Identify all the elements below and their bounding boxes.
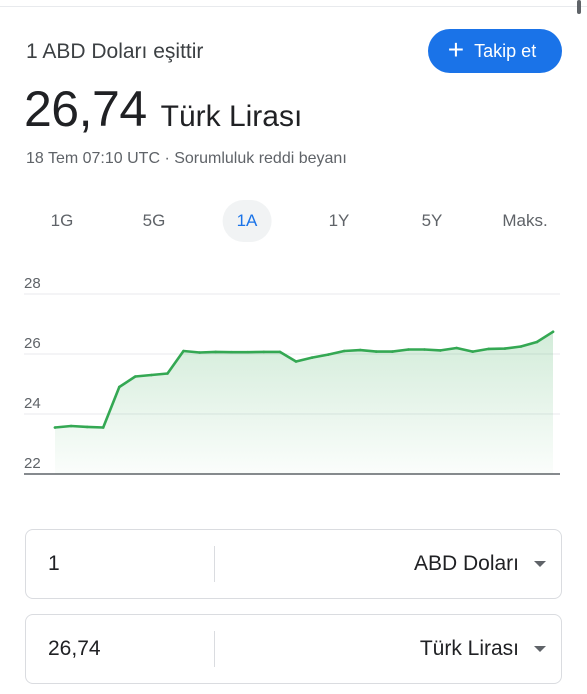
data-point — [69, 424, 73, 428]
data-point — [423, 348, 426, 351]
data-point — [326, 353, 330, 356]
scrollbar[interactable] — [577, 0, 581, 14]
converter-divider — [214, 546, 215, 582]
chart-area-fill — [55, 331, 553, 474]
data-point — [374, 350, 378, 353]
tab-5y[interactable]: 5Y — [408, 200, 457, 242]
data-point — [214, 350, 217, 354]
data-point — [455, 346, 458, 350]
data-point — [503, 347, 507, 350]
data-point — [166, 372, 169, 375]
y-tick-label: 26 — [24, 335, 41, 352]
tab-1g[interactable]: 1G — [37, 200, 88, 242]
rate-meta: 18 Tem 07:10 UTC · Sorumluluk reddi beya… — [26, 150, 347, 168]
rate-currency: Türk Lirası — [160, 100, 303, 133]
data-point — [439, 349, 442, 352]
data-point — [53, 426, 57, 429]
tab-1a[interactable]: 1A — [222, 200, 272, 242]
data-point — [117, 385, 121, 389]
data-point — [519, 345, 523, 348]
meta-separator: · — [160, 150, 175, 167]
conversion-subtitle: 1 ABD Doları eşittir — [26, 40, 204, 63]
data-point — [391, 350, 394, 353]
data-point — [294, 360, 298, 363]
data-point — [262, 350, 266, 354]
converted-value: 26,74 Türk Lirası — [24, 80, 302, 138]
data-point — [535, 340, 539, 344]
data-point — [342, 349, 346, 353]
rate-amount: 26,74 — [24, 81, 147, 137]
converter-from-row: 1 ABD Doları — [25, 529, 562, 599]
y-axis-labels: 28 26 24 22 — [24, 275, 41, 472]
data-point — [150, 373, 153, 377]
data-point — [471, 350, 474, 353]
to-amount-input[interactable]: 26,74 — [48, 615, 101, 683]
range-tabs: 1G 5G 1A 1Y 5Y Maks. — [0, 200, 587, 242]
tab-1y[interactable]: 1Y — [315, 200, 364, 242]
to-currency-select[interactable]: Türk Lirası — [420, 615, 519, 683]
data-point — [182, 349, 185, 353]
data-point — [198, 351, 201, 354]
caret-down-icon[interactable] — [534, 561, 546, 567]
data-point — [407, 348, 410, 351]
data-point — [551, 330, 555, 334]
follow-button-label: Takip et — [474, 40, 537, 61]
from-amount-input[interactable]: 1 — [48, 530, 60, 598]
data-point — [310, 356, 314, 359]
data-point — [134, 375, 137, 378]
y-tick-label: 28 — [24, 275, 41, 292]
exchange-rate-chart[interactable]: 28 26 24 22 — [0, 270, 587, 490]
y-tick-label: 24 — [24, 395, 41, 412]
disclaimer-link[interactable]: Sorumluluk reddi beyanı — [174, 150, 347, 167]
follow-button[interactable]: + Takip et — [428, 29, 562, 73]
from-currency-select[interactable]: ABD Doları — [414, 530, 519, 598]
tab-maks[interactable]: Maks. — [488, 200, 561, 242]
data-point — [101, 426, 105, 429]
data-point — [278, 350, 282, 354]
plus-icon: + — [447, 34, 465, 65]
data-point — [85, 425, 89, 429]
converter-to-row: 26,74 Türk Lirası — [25, 614, 562, 684]
data-point — [230, 350, 234, 354]
data-point — [487, 347, 491, 351]
y-tick-label: 22 — [24, 455, 41, 472]
timestamp: 18 Tem 07:10 UTC — [26, 150, 160, 167]
caret-down-icon[interactable] — [534, 646, 546, 652]
tab-5g[interactable]: 5G — [129, 200, 180, 242]
data-point — [246, 350, 250, 354]
top-divider — [0, 0, 587, 7]
converter-divider — [214, 631, 215, 667]
data-point — [358, 348, 362, 352]
